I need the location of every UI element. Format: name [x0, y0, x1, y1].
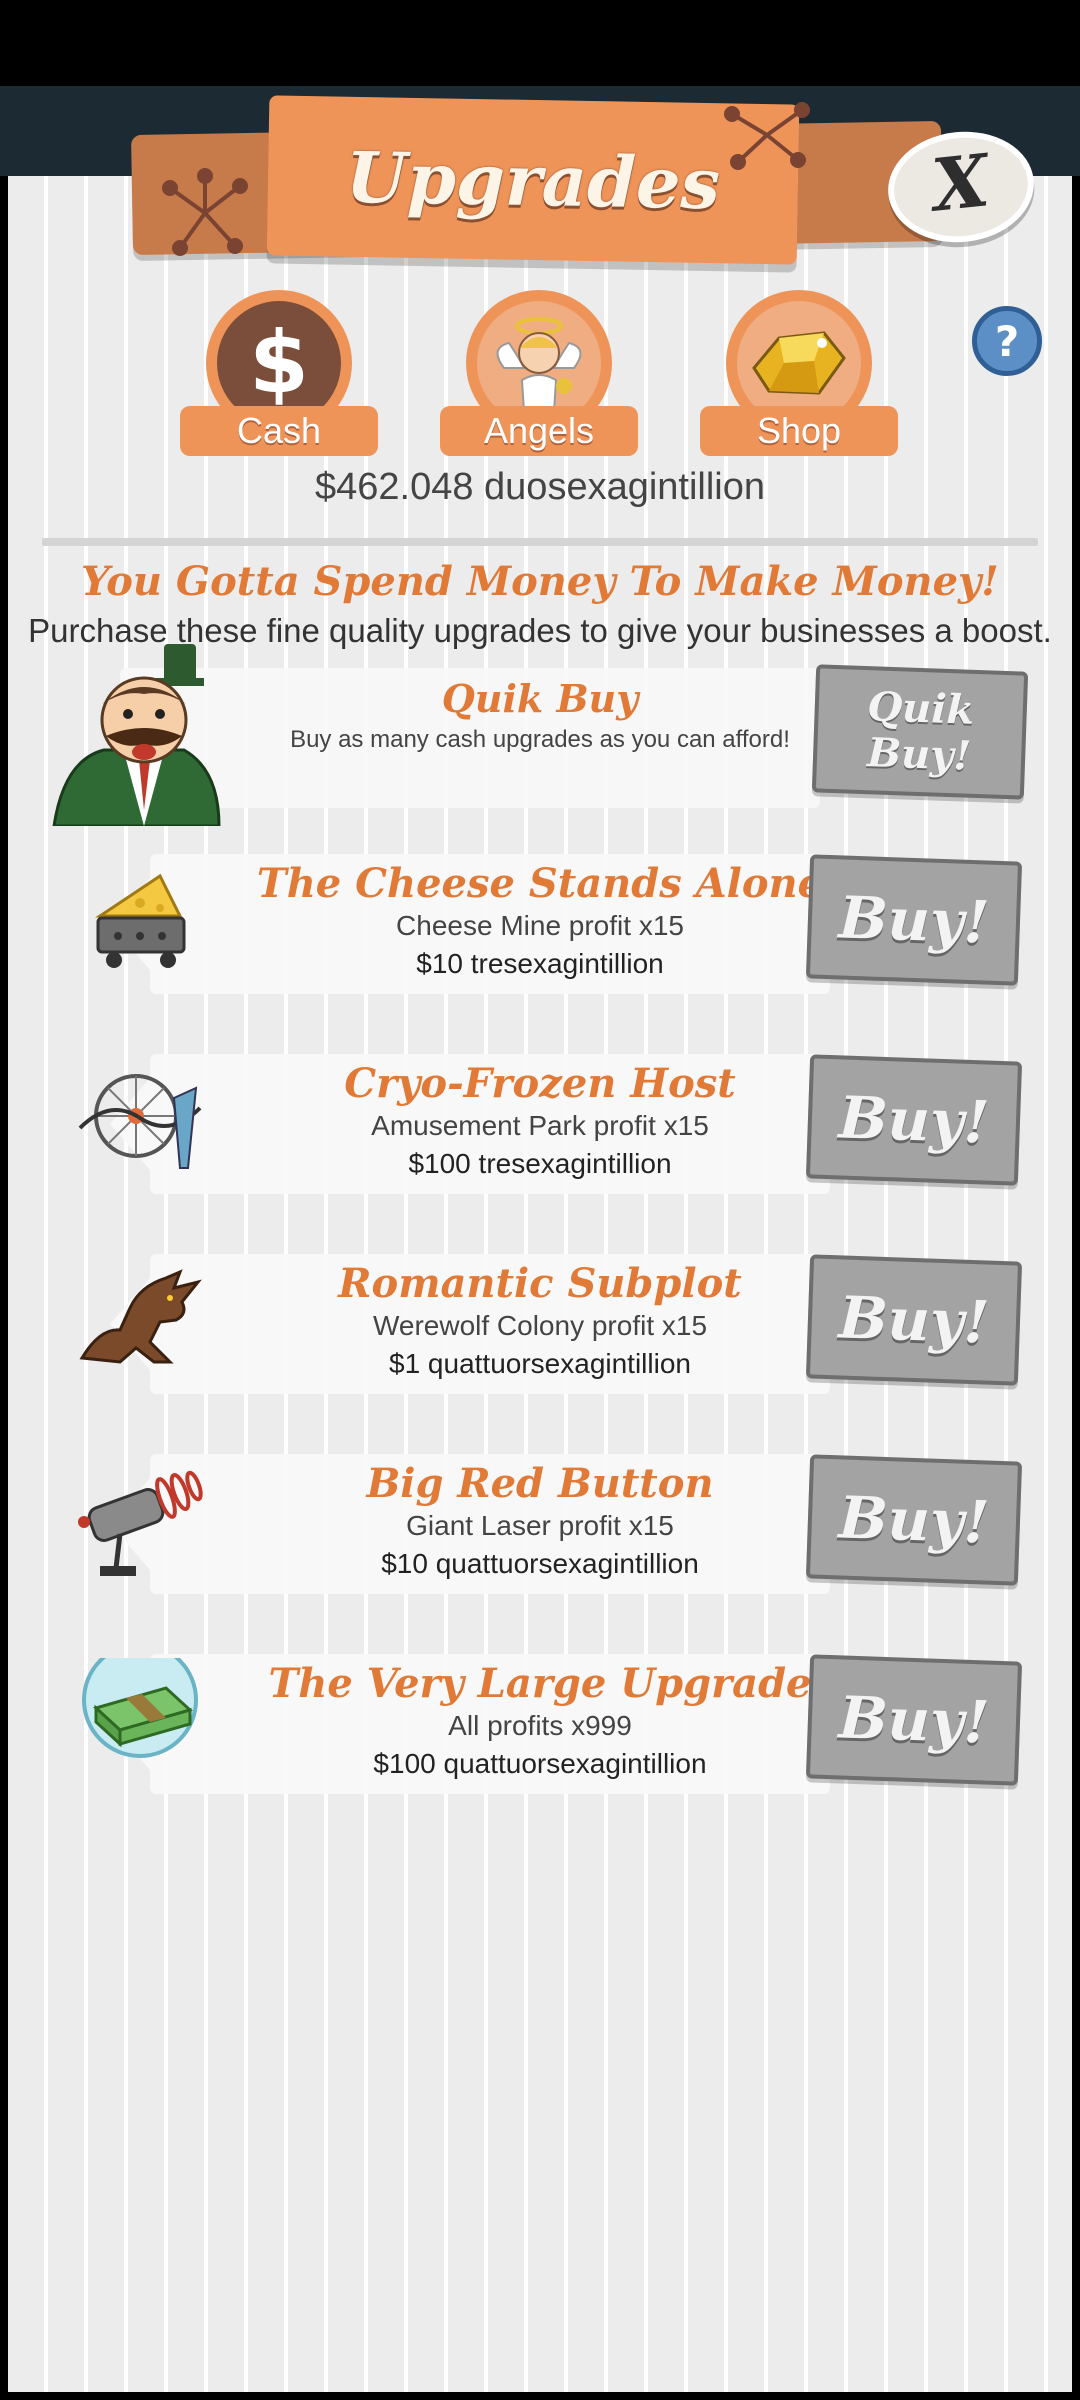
buy-button[interactable]: Buy! — [805, 1654, 1023, 1786]
headline: You Gotta Spend Money To Make Money! — [81, 558, 999, 605]
svg-text:$: $ — [249, 318, 309, 408]
tab-shop[interactable]: Shop — [700, 290, 898, 456]
tab-angels[interactable]: Angels — [440, 290, 638, 456]
status-bar — [0, 0, 1080, 86]
upgrade-row: Cryo-Frozen Host Amusement Park profit x… — [0, 1054, 1080, 1204]
buy-button[interactable]: Buy! — [805, 1454, 1023, 1586]
tab-cash-label: Cash — [180, 406, 378, 456]
tab-cash[interactable]: $ Cash — [180, 290, 378, 456]
question-icon: ? — [994, 316, 1020, 366]
tab-shop-label: Shop — [700, 406, 898, 456]
quik-buy-button[interactable]: Quik Buy! — [811, 664, 1029, 800]
upgrade-row: Big Red Button Giant Laser profit x15 $1… — [0, 1454, 1080, 1604]
upgrade-row: Romantic Subplot Werewolf Colony profit … — [0, 1254, 1080, 1404]
starburst-icon — [162, 168, 248, 256]
tab-angels-label: Angels — [440, 406, 638, 456]
upgrade-row: The Very Large Upgrade All profits x999 … — [0, 1654, 1080, 1804]
starburst-icon — [724, 102, 810, 170]
page-title: Upgrades — [345, 135, 721, 225]
banner-title-plate: Upgrades — [266, 95, 800, 265]
buy-button[interactable]: Buy! — [805, 1254, 1023, 1386]
cash-balance: $462.048 duosexagintillion — [314, 466, 766, 508]
buy-button[interactable]: Buy! — [805, 854, 1023, 986]
help-button[interactable]: ? — [972, 306, 1042, 376]
buy-button[interactable]: Buy! — [805, 1054, 1023, 1186]
divider — [42, 538, 1038, 546]
upgrade-row: The Cheese Stands Alone Cheese Mine prof… — [0, 854, 1080, 1004]
close-icon: X — [928, 137, 993, 228]
